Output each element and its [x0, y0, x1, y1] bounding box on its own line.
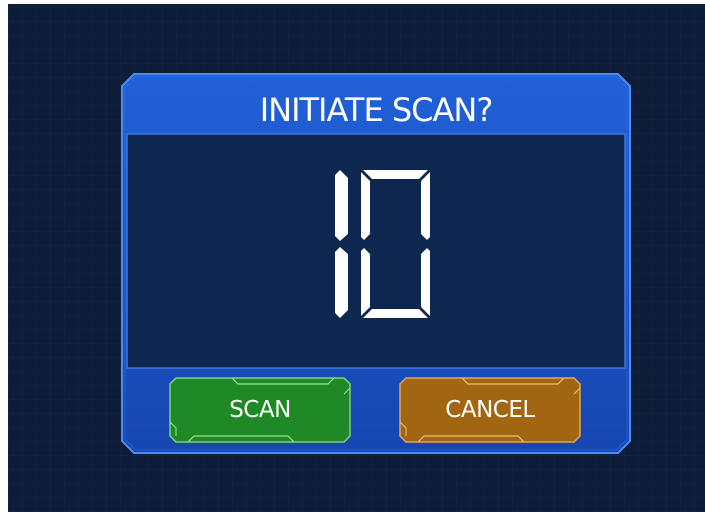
countdown-display: 10 [335, 170, 430, 318]
scan-button[interactable]: SCAN [168, 376, 352, 444]
scan-dialog: INITIATE SCAN? 10 [120, 72, 632, 455]
dialog-title: INITIATE SCAN? [259, 91, 494, 129]
countdown-digit-1 [335, 170, 348, 318]
cancel-button[interactable]: CANCEL [398, 376, 582, 444]
cancel-button-label: CANCEL [445, 397, 535, 423]
countdown-digit-0 [361, 170, 430, 318]
screen-background: INITIATE SCAN? 10 [8, 4, 705, 512]
scan-button-label: SCAN [229, 397, 291, 423]
